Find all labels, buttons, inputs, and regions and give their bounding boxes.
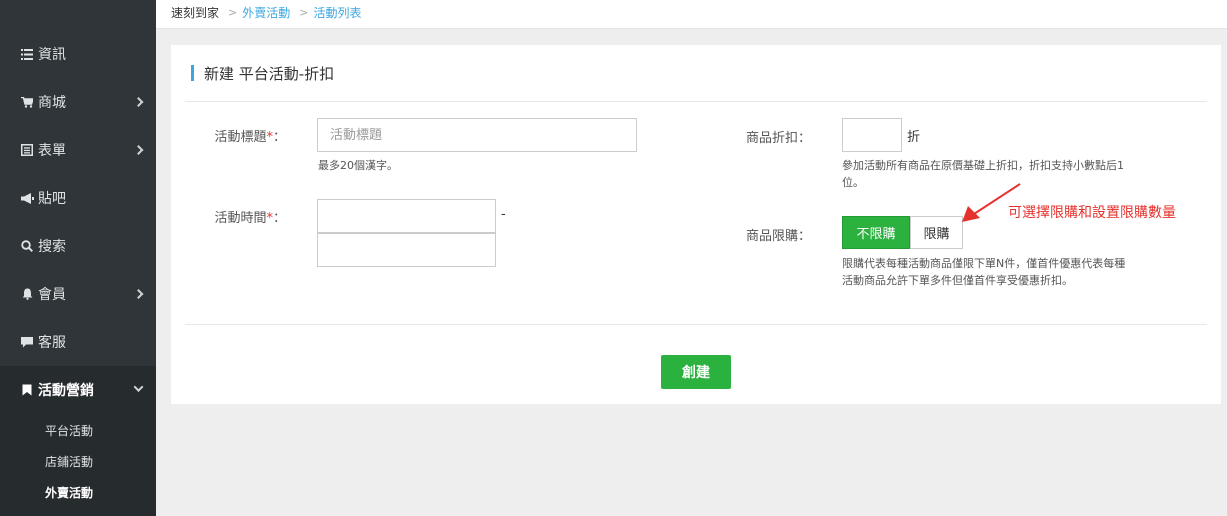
discount-hint-line1: 參加活動所有商品在原價基礎上折扣，折扣支持小數點后1 (842, 159, 1124, 172)
page-title: 新建 平台活動-折扣 (204, 64, 335, 83)
card-title: 新建 平台活動-折扣 (191, 64, 335, 83)
discount-hint-line2: 位。 (842, 176, 864, 189)
annotation-text: 可選擇限購和設置限購數量 (1008, 205, 1176, 221)
divider (185, 324, 1207, 325)
chat-icon (20, 336, 34, 348)
breadcrumb-home[interactable]: 速刻到家 (171, 4, 219, 21)
create-button[interactable]: 創建 (661, 355, 731, 389)
breadcrumb-separator-icon: > (228, 6, 238, 19)
discount-label: 商品折扣： (745, 131, 811, 146)
chevron-down-icon (133, 382, 144, 393)
discount-unit: 折 (907, 130, 921, 145)
sidebar-item-info[interactable]: 資訊 (0, 30, 156, 78)
activity-time-label-text: 活動時間 (214, 211, 267, 226)
breadcrumb-separator-icon: > (299, 6, 309, 19)
megaphone-icon (20, 192, 34, 204)
sidebar-item-label: 客服 (38, 335, 66, 351)
label-colon: ： (272, 130, 286, 145)
bookmark-icon (20, 384, 34, 396)
activity-title-label-text: 活動標題 (214, 130, 267, 145)
sidebar-item-member[interactable]: 會員 (0, 270, 156, 318)
purchase-limit-hint-line1: 限購代表每種活動商品僅限下單N件，僅首件優惠代表每種 (842, 257, 1126, 270)
activity-title-label: 活動標題*： (191, 126, 286, 145)
sidebar-item-service[interactable]: 客服 (0, 318, 156, 366)
sidebar-item-search[interactable]: 搜索 (0, 222, 156, 270)
sidebar-item-marketing[interactable]: 活動營銷 (0, 366, 156, 414)
chevron-right-icon (133, 145, 144, 155)
submenu-item-shop[interactable]: 店鋪活動 (45, 453, 93, 470)
search-icon (20, 240, 34, 252)
no-limit-button[interactable]: 不限購 (842, 216, 910, 249)
sidebar-item-label: 表單 (38, 143, 66, 159)
form-card: 新建 平台活動-折扣 活動標題*： 最多20個漢字。 活動時間*： - 商品折扣… (171, 45, 1221, 404)
end-time-input[interactable] (317, 233, 496, 267)
purchase-limit-hint-line2: 活動商品允許下單多件但僅首件享受優惠折扣。 (842, 274, 1073, 287)
breadcrumb: 速刻到家 > 外賣活動 > 活動列表 (171, 4, 361, 21)
cart-icon (20, 96, 34, 108)
form-icon (20, 144, 34, 156)
sidebar-item-label: 會員 (38, 287, 66, 303)
bell-icon (20, 288, 34, 300)
time-separator: - (501, 207, 506, 222)
sidebar-item-mall[interactable]: 商城 (0, 78, 156, 126)
activity-title-input[interactable] (317, 118, 637, 152)
limit-button[interactable]: 限購 (910, 216, 963, 249)
sidebar-item-forum[interactable]: 貼吧 (0, 174, 156, 222)
start-time-input[interactable] (317, 199, 496, 233)
discount-input[interactable] (842, 118, 902, 152)
label-colon: ： (272, 211, 286, 226)
title-accent-bar (191, 65, 194, 81)
chevron-right-icon (133, 289, 144, 299)
activity-time-label: 活動時間*： (191, 207, 286, 226)
purchase-limit-label: 商品限購： (745, 229, 811, 244)
activity-title-hint: 最多20個漢字。 (318, 159, 398, 172)
breadcrumb-activity-list[interactable]: 活動列表 (313, 4, 361, 21)
chevron-right-icon (133, 97, 144, 107)
list-icon (20, 48, 34, 60)
sidebar-item-label: 搜索 (38, 239, 66, 255)
sidebar-submenu: 平台活動 店鋪活動 外賣活動 (0, 414, 156, 516)
sidebar-item-label: 資訊 (38, 47, 66, 63)
sidebar-item-label: 商城 (38, 95, 66, 111)
submenu-item-platform[interactable]: 平台活動 (45, 422, 93, 439)
sidebar-item-label: 活動營銷 (38, 383, 94, 399)
submenu-item-takeout[interactable]: 外賣活動 (45, 484, 93, 501)
sidebar-item-form[interactable]: 表單 (0, 126, 156, 174)
breadcrumb-takeout-activity[interactable]: 外賣活動 (242, 4, 290, 21)
topbar: 速刻到家 > 外賣活動 > 活動列表 (156, 0, 1227, 29)
sidebar: 資訊 商城 表單 貼吧 搜索 會員 客服 活動營銷 平台活動 店鋪活動 外賣活動 (0, 0, 156, 516)
sidebar-item-label: 貼吧 (38, 191, 66, 207)
divider (185, 101, 1207, 102)
